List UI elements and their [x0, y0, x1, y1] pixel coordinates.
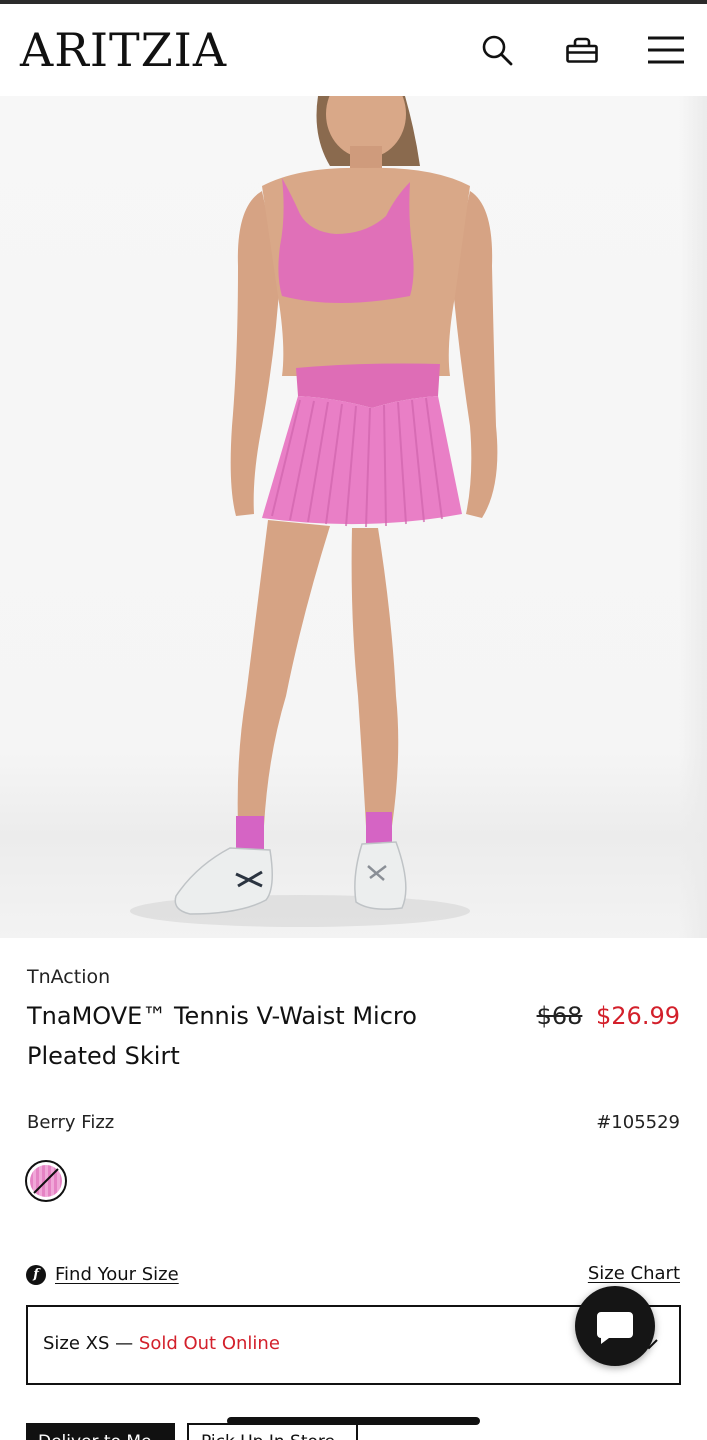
selected-color-name: Berry Fizz — [27, 1112, 115, 1133]
image-edge-shadow — [679, 96, 707, 938]
deliver-to-me-tab[interactable]: Deliver to Me — [26, 1423, 175, 1440]
product-price: $68 $26.99 — [537, 998, 680, 1034]
color-swatch-berry-fizz[interactable] — [25, 1160, 67, 1202]
selected-size: Size XS — — [43, 1333, 134, 1354]
pick-up-in-store-tab[interactable]: Pick Up In Store — [187, 1423, 358, 1440]
price-original: $68 — [536, 1002, 583, 1030]
price-sale: $26.99 — [596, 1002, 680, 1030]
site-header: ARITZIA — [0, 4, 707, 96]
size-status: Sold Out Online — [138, 1333, 280, 1354]
model-photo — [130, 96, 498, 927]
sold-out-slash-icon — [33, 1168, 59, 1194]
chat-icon — [597, 1312, 633, 1344]
find-your-size-label: Find Your Size — [55, 1264, 179, 1285]
shopping-bag-icon — [566, 37, 598, 63]
menu-button[interactable] — [646, 30, 686, 70]
find-your-size-link[interactable]: f Find Your Size — [26, 1264, 179, 1285]
product-image[interactable] — [0, 96, 707, 938]
search-button[interactable] — [477, 30, 517, 70]
menu-icon — [648, 36, 684, 64]
home-indicator — [227, 1417, 480, 1425]
chat-button[interactable] — [575, 1286, 655, 1366]
product-sku: #105529 — [596, 1112, 680, 1133]
size-selector-text: Size XS — Sold Out Online — [43, 1333, 280, 1354]
fit-finder-icon: f — [26, 1264, 46, 1285]
product-title: TnaMOVE™ Tennis V-Waist Micro Pleated Sk… — [27, 1002, 417, 1070]
shopping-bag-button[interactable] — [562, 30, 602, 70]
brand-logo[interactable]: ARITZIA — [20, 22, 227, 78]
product-brand[interactable]: TnAction — [27, 966, 110, 988]
search-icon — [482, 35, 513, 66]
size-chart-link[interactable]: Size Chart — [588, 1263, 680, 1284]
